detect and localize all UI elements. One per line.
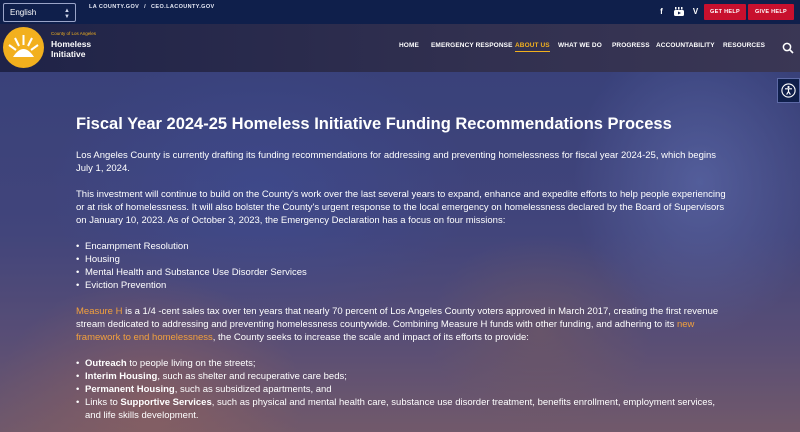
logo-title[interactable]: Homeless Initiative — [51, 39, 91, 59]
list-item: Outreach to people living on the streets… — [76, 357, 726, 370]
list-item-bold: Supportive Services — [120, 397, 212, 408]
top-utility-bar: English ▲ ▼ LA COUNTY.GOV / CEO.LACOUNTY.… — [0, 0, 800, 24]
logo-title-line2: Initiative — [51, 49, 86, 59]
facebook-icon[interactable]: f — [656, 6, 667, 17]
logo-subtitle: County of Los Angeles — [51, 31, 97, 36]
list-item: Mental Health and Substance Use Disorder… — [76, 266, 726, 279]
give-help-button[interactable]: GIVE HELP — [748, 4, 794, 20]
list-item-bold: Permanent Housing — [85, 384, 175, 395]
investment-paragraph: This investment will continue to build o… — [76, 189, 726, 226]
list-item-prefix: Links to — [85, 397, 121, 408]
list-item: Interim Housing, such as shelter and rec… — [76, 370, 726, 383]
nav-home[interactable]: HOME — [399, 42, 419, 49]
social-links: f V — [656, 6, 701, 17]
logo-title-line1: Homeless — [51, 39, 92, 49]
list-item: Permanent Housing, such as subsidized ap… — [76, 383, 726, 396]
services-list: Outreach to people living on the streets… — [76, 357, 726, 422]
ceo-lacounty-link[interactable]: CEO.LACOUNTY.GOV — [151, 4, 215, 10]
vimeo-icon[interactable]: V — [690, 6, 701, 17]
chevron-updown-icon: ▲ ▼ — [64, 8, 70, 20]
top-links: LA COUNTY.GOV / CEO.LACOUNTY.GOV — [89, 4, 218, 10]
language-select[interactable]: English ▲ ▼ — [3, 3, 76, 22]
intro-paragraph: Los Angeles County is currently drafting… — [76, 150, 717, 174]
list-item: Encampment Resolution — [76, 240, 726, 253]
list-item-text: , such as shelter and recuperative care … — [157, 371, 347, 382]
accessibility-button[interactable] — [777, 78, 800, 103]
list-item: Housing — [76, 253, 726, 266]
list-item: Links to Supportive Services, such as ph… — [76, 396, 726, 422]
measure-h-link[interactable]: Measure H — [76, 306, 122, 317]
accessibility-icon — [781, 83, 796, 98]
list-item-bold: Interim Housing — [85, 371, 158, 382]
nav-about-us[interactable]: ABOUT US — [515, 42, 550, 52]
list-item-bold: Outreach — [85, 358, 127, 369]
nav-progress[interactable]: PROGRESS — [612, 42, 650, 49]
measure-h-text-a: is a 1/4 -cent sales tax over ten years … — [76, 306, 719, 330]
missions-list: Encampment Resolution Housing Mental Hea… — [76, 240, 726, 292]
measure-h-text-b: , the County seeks to increase the scale… — [212, 332, 529, 343]
nav-accountability[interactable]: ACCOUNTABILITY — [656, 42, 715, 49]
list-item-text: , such as subsidized apartments, and — [174, 384, 332, 395]
la-county-link[interactable]: LA COUNTY.GOV — [89, 4, 139, 10]
main-content: Fiscal Year 2024-25 Homeless Initiative … — [76, 110, 726, 422]
list-item: Eviction Prevention — [76, 279, 726, 292]
nav-what-we-do[interactable]: WHAT WE DO — [558, 42, 602, 49]
nav-resources[interactable]: RESOURCES — [723, 42, 765, 49]
youtube-icon[interactable] — [673, 6, 684, 17]
top-links-separator: / — [144, 4, 147, 10]
search-icon[interactable] — [782, 41, 794, 54]
nav-emergency-response[interactable]: EMERGENCY RESPONSE — [431, 42, 513, 49]
language-select-value: English — [10, 8, 37, 17]
page-title: Fiscal Year 2024-25 Homeless Initiative … — [76, 115, 672, 133]
sun-logo-icon[interactable] — [3, 27, 44, 68]
list-item-text: to people living on the streets; — [126, 358, 256, 369]
get-help-button[interactable]: GET HELP — [704, 4, 746, 20]
site-header: County of Los Angeles Homeless Initiativ… — [0, 24, 800, 72]
measure-h-paragraph: Measure H is a 1/4 -cent sales tax over … — [76, 305, 726, 344]
